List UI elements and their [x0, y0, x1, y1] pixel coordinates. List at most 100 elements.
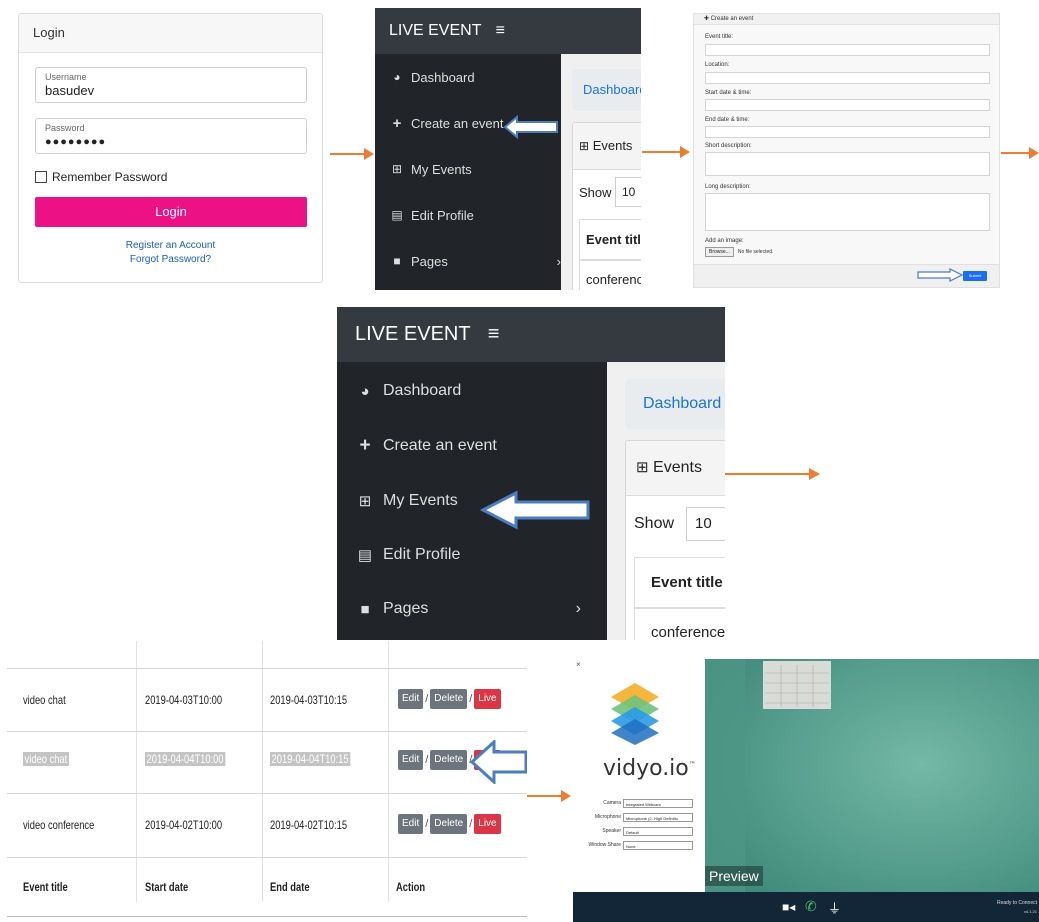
password-field[interactable]: Password ●●●●●●●●: [35, 118, 307, 154]
create-event-form: ✚ Create an event Event title: Location:…: [693, 13, 1000, 288]
card-title: Events: [592, 138, 633, 153]
login-card-title: Login: [19, 14, 322, 53]
phone-icon[interactable]: ✆: [805, 898, 817, 915]
hamburger-icon[interactable]: ≡: [488, 323, 500, 345]
preview-label: Preview: [705, 866, 763, 886]
username-field[interactable]: Username basudev: [35, 67, 307, 103]
window-share-select[interactable]: None: [623, 841, 693, 850]
camera-select[interactable]: Integrated Webcam: [623, 799, 693, 808]
submit-button[interactable]: Submit: [963, 271, 987, 281]
edit-button[interactable]: Edit: [398, 814, 424, 834]
long-description-textarea[interactable]: [705, 193, 990, 231]
sidebar-item-label: My Events: [383, 492, 458, 509]
remember-password[interactable]: Remember Password: [35, 170, 167, 184]
short-description-textarea[interactable]: [705, 152, 990, 176]
sidebar-item-dashboard[interactable]: ◕ Dashboard: [375, 54, 474, 100]
table-row: video chat 2019-04-03T10:00 2019-04-03T1…: [7, 669, 527, 732]
table-cell: conference: [579, 259, 641, 290]
table-row: video conference 2019-04-02T10:00 2019-0…: [7, 794, 527, 858]
sidebar-item-edit-profile[interactable]: ▤ Edit Profile: [337, 528, 460, 582]
sidebar-item-label: My Events: [411, 161, 472, 177]
forgot-password-link[interactable]: Forgot Password?: [19, 254, 322, 265]
card-header: ⊞ Events: [573, 123, 641, 170]
card-title: Events: [653, 459, 702, 476]
start-date-input[interactable]: [705, 99, 990, 111]
id-card-icon: ▤: [357, 547, 373, 564]
end-date-input[interactable]: [705, 126, 990, 138]
sidebar-item-my-events[interactable]: ⊞ My Events: [375, 146, 472, 192]
separator: /: [469, 818, 473, 830]
microphone-select[interactable]: Microphone (2- High Definitio: [623, 813, 693, 822]
speaker-label: Speaker: [602, 828, 621, 834]
add-image-label: Add an image:: [705, 238, 744, 244]
delete-button[interactable]: Delete: [430, 814, 468, 834]
speaker-select[interactable]: Default: [623, 827, 693, 836]
location-input[interactable]: [705, 72, 990, 84]
topbar: LIVE EVENT ≡: [375, 8, 641, 54]
delete-button[interactable]: Delete: [430, 689, 468, 709]
entries-select[interactable]: 10: [615, 177, 641, 207]
entries-select[interactable]: 10: [686, 507, 725, 541]
plus-icon: +: [359, 435, 371, 456]
live-button[interactable]: Live: [474, 814, 501, 834]
events-table: video chat 2019-04-03T10:00 2019-04-03T1…: [7, 641, 527, 922]
username-label: Username: [45, 72, 87, 82]
register-link[interactable]: Register an Account: [19, 240, 322, 251]
card-header: ⊞ Events: [626, 441, 725, 496]
dashboard-icon: ◕: [393, 70, 401, 84]
hamburger-icon[interactable]: ≡: [496, 22, 505, 39]
camera-icon[interactable]: ■◂: [782, 900, 795, 914]
remember-checkbox[interactable]: [35, 171, 47, 183]
sidebar-item-my-events[interactable]: ⊞ My Events: [337, 474, 458, 528]
short-description-label: Short description:: [705, 143, 752, 149]
selected-text: video chat: [23, 752, 69, 766]
event-title-cell: video chat: [23, 693, 66, 707]
vidyo-logo-icon: [611, 683, 659, 745]
edit-button[interactable]: Edit: [398, 689, 424, 709]
end-date-cell: 2019-04-02T10:15: [270, 818, 348, 832]
login-button[interactable]: Login: [35, 197, 307, 227]
microphone-icon[interactable]: ⏚: [828, 898, 841, 917]
sidebar-item-pages[interactable]: ■ Pages ›: [375, 238, 561, 284]
breadcrumb[interactable]: Dashboard: [572, 69, 641, 111]
sidebar: ◕ Dashboard + Create an event ⊞ My Event…: [375, 54, 561, 290]
start-date-label: Start date & time:: [705, 90, 752, 96]
sidebar-item-label: Create an event: [383, 437, 497, 454]
header-end-date: End date: [270, 880, 310, 894]
form-footer: Submit: [694, 264, 999, 287]
start-date-cell: 2019-04-03T10:00: [145, 693, 223, 707]
browse-button[interactable]: Browse...: [705, 247, 734, 257]
file-input[interactable]: Browse... No file selected.: [705, 247, 773, 257]
table-row-highlighted: video chat 2019-04-04T10:00 2019-04-04T1…: [7, 732, 527, 794]
table-header-event-title: Event title: [579, 219, 641, 261]
event-title-label: Event title:: [705, 34, 734, 40]
live-button[interactable]: Live: [474, 689, 501, 709]
sidebar-item-edit-profile[interactable]: ▤ Edit Profile: [375, 192, 474, 238]
sidebar-item-pages[interactable]: ■ Pages ›: [337, 582, 581, 636]
sidebar-item-create-event[interactable]: + Create an event: [375, 100, 504, 146]
vidyo-connector-panel: × vidyo.io™ Camera Integrated Webcam Mic…: [573, 659, 1039, 922]
login-panel: Login Username basudev Password ●●●●●●●●…: [18, 13, 323, 283]
row-actions: Edit/ Delete/ Live: [398, 814, 501, 834]
username-value: basudev: [45, 83, 95, 98]
topbar: LIVE EVENT ≡: [337, 307, 725, 362]
header-event-title: Event title: [23, 880, 68, 894]
show-label: Show: [634, 515, 675, 532]
no-file-text: No file selected.: [737, 249, 774, 255]
close-icon[interactable]: ×: [576, 660, 581, 669]
sidebar-item-dashboard[interactable]: ◕ Dashboard: [337, 364, 461, 418]
event-title-cell: video chat: [23, 752, 69, 766]
long-description-label: Long description:: [705, 184, 751, 190]
preview-scene: [705, 659, 1039, 892]
window-share-label: Window Share: [588, 842, 621, 848]
form-title: Create an event: [710, 16, 754, 22]
event-title-input[interactable]: [705, 44, 990, 56]
start-date-cell: 2019-04-04T10:00: [145, 752, 226, 766]
table-icon: ⊞: [358, 493, 372, 510]
camera-label: Camera: [603, 800, 621, 806]
edit-button[interactable]: Edit: [398, 750, 424, 770]
sidebar-panel-small: LIVE EVENT ≡ ◕ Dashboard + Create an eve…: [375, 8, 641, 290]
sidebar-item-create-event[interactable]: + Create an event: [337, 419, 497, 473]
delete-button[interactable]: Delete: [430, 750, 468, 770]
breadcrumb[interactable]: Dashboard: [625, 379, 725, 429]
